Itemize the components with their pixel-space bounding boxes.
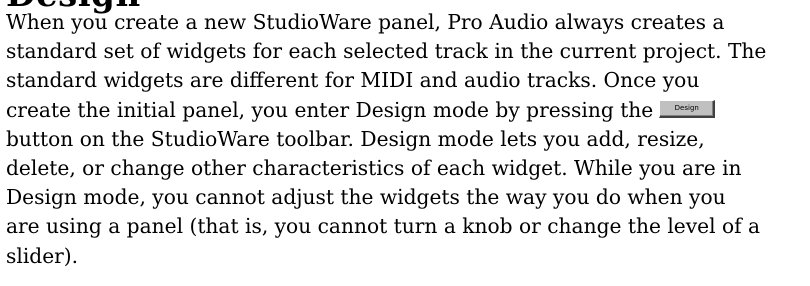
design-button-icon[interactable]: Design	[659, 100, 716, 119]
paragraph-line-3: standard widgets are different for MIDI …	[6, 68, 700, 93]
paragraph-line-4-container: create the initial panel, you enter Desi…	[6, 96, 806, 125]
paragraph-line-2: standard set of widgets for each selecte…	[6, 39, 767, 64]
paragraph-line-1: When you create a new StudioWare panel, …	[6, 10, 725, 34]
paragraph-line-9: slider).	[6, 243, 79, 268]
paragraph-line-7: Design mode, you cannot adjust the widge…	[6, 185, 726, 210]
document-page: Design When you create a new StudioWare …	[0, 0, 810, 286]
paragraph-line-4: create the initial panel, you enter Desi…	[6, 97, 654, 122]
paragraph-line-6: delete, or change other characteristics …	[6, 156, 742, 181]
paragraph-line-8: are using a panel (that is, you cannot t…	[6, 214, 761, 239]
paragraph-line-5: button on the StudioWare toolbar. Design…	[6, 126, 705, 151]
body-paragraph: When you create a new StudioWare panel, …	[6, 8, 806, 271]
